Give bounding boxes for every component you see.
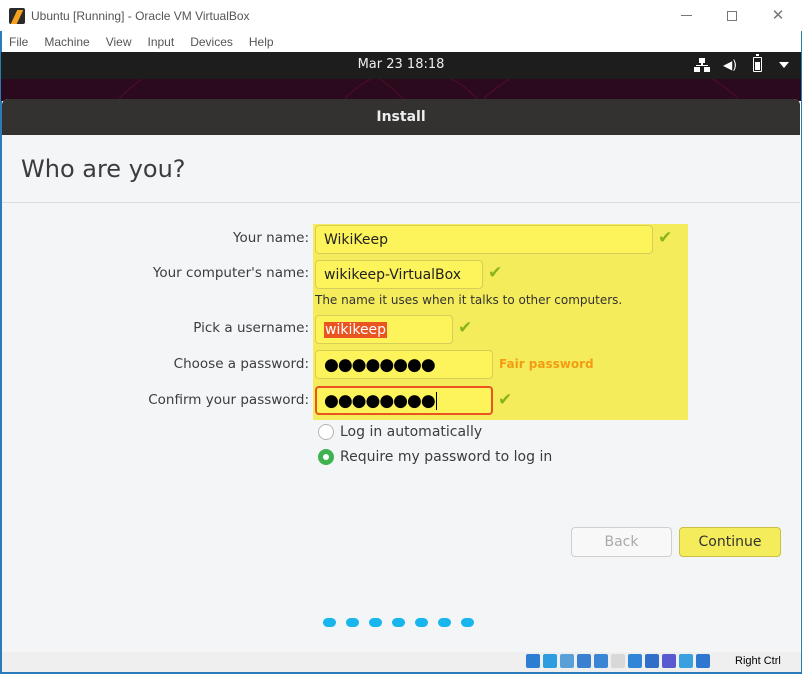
your-name-label: Your name: bbox=[233, 230, 309, 246]
menu-file[interactable]: File bbox=[9, 35, 28, 49]
menu-help[interactable]: Help bbox=[249, 35, 274, 49]
maximize-icon bbox=[727, 10, 737, 21]
computer-name-label: Your computer's name: bbox=[152, 265, 309, 281]
ubuntu-top-bar: Mar 23 18:18 ◀) bbox=[1, 52, 801, 79]
password-label: Choose a password: bbox=[173, 356, 309, 372]
installer-window: Install Who are you? Your name: WikiKeep… bbox=[2, 99, 800, 655]
audio-icon[interactable] bbox=[560, 654, 574, 668]
usb-icon[interactable] bbox=[594, 654, 608, 668]
minimize-icon bbox=[680, 15, 692, 16]
back-button[interactable]: Back bbox=[571, 527, 672, 557]
vm-status-bar: Right Ctrl bbox=[2, 652, 801, 672]
close-button[interactable]: ✕ bbox=[755, 0, 801, 31]
menu-view[interactable]: View bbox=[106, 35, 132, 49]
confirm-password-check-icon: ✔ bbox=[498, 390, 513, 410]
system-menu-icon[interactable] bbox=[779, 62, 789, 68]
progress-dot bbox=[461, 618, 474, 627]
menu-machine[interactable]: Machine bbox=[44, 35, 89, 49]
password-strength: Fair password bbox=[499, 357, 594, 371]
confirm-password-value: ●●●●●●●● bbox=[324, 390, 436, 411]
battery-icon[interactable] bbox=[753, 54, 762, 72]
your-name-value: WikiKeep bbox=[324, 231, 389, 248]
close-icon: ✕ bbox=[771, 6, 785, 24]
your-name-input[interactable]: WikiKeep bbox=[315, 225, 653, 254]
shared-folders-icon[interactable] bbox=[611, 654, 625, 668]
divider bbox=[2, 202, 800, 203]
progress-dot bbox=[392, 618, 405, 627]
title-bar: Ubuntu [Running] - Oracle VM VirtualBox … bbox=[0, 0, 802, 31]
username-value: wikikeep bbox=[324, 321, 388, 338]
computer-name-value: wikikeep-VirtualBox bbox=[324, 266, 462, 283]
progress-dot bbox=[346, 618, 359, 627]
text-caret bbox=[435, 391, 437, 410]
mouse-integration-icon[interactable] bbox=[679, 654, 693, 668]
page-title: Who are you? bbox=[21, 155, 186, 183]
confirm-password-label: Confirm your password: bbox=[148, 392, 309, 408]
menu-devices[interactable]: Devices bbox=[190, 35, 233, 49]
optical-drive-icon[interactable] bbox=[543, 654, 557, 668]
progress-dot bbox=[369, 618, 382, 627]
username-check-icon: ✔ bbox=[458, 318, 473, 338]
username-input[interactable]: wikikeep bbox=[315, 315, 453, 344]
network-icon[interactable] bbox=[694, 58, 710, 72]
password-input[interactable]: ●●●●●●●● bbox=[315, 350, 493, 379]
computer-name-input[interactable]: wikikeep-VirtualBox bbox=[315, 260, 483, 289]
progress-dot bbox=[438, 618, 451, 627]
continue-button[interactable]: Continue bbox=[679, 527, 781, 557]
maximize-button[interactable] bbox=[709, 0, 755, 31]
virtualbox-app-icon bbox=[9, 7, 25, 24]
installer-title: Install bbox=[376, 109, 426, 125]
confirm-password-input[interactable]: ●●●●●●●● bbox=[315, 386, 493, 415]
status-icons bbox=[526, 654, 710, 668]
computer-name-hint: The name it uses when it talks to other … bbox=[315, 293, 623, 307]
display-icon[interactable] bbox=[628, 654, 642, 668]
clock[interactable]: Mar 23 18:18 bbox=[1, 57, 801, 72]
window-title: Ubuntu [Running] - Oracle VM VirtualBox bbox=[31, 8, 250, 23]
login-auto-label: Log in automatically bbox=[340, 424, 483, 440]
your-name-check-icon: ✔ bbox=[658, 228, 673, 248]
username-label: Pick a username: bbox=[193, 320, 309, 336]
network-adapter-icon[interactable] bbox=[577, 654, 591, 668]
require-password-label: Require my password to log in bbox=[340, 449, 553, 465]
login-auto-option[interactable]: Log in automatically bbox=[318, 424, 482, 440]
desktop-background bbox=[1, 79, 801, 101]
minimize-button[interactable] bbox=[663, 0, 709, 31]
menu-bar: File Machine View Input Devices Help bbox=[0, 31, 802, 52]
require-password-option[interactable]: Require my password to log in bbox=[318, 449, 552, 465]
progress-dot bbox=[323, 618, 336, 627]
capture-icon[interactable] bbox=[645, 654, 659, 668]
installer-header: Install bbox=[2, 99, 800, 135]
menu-input[interactable]: Input bbox=[148, 35, 175, 49]
host-key-label: Right Ctrl bbox=[735, 655, 781, 667]
progress-dot bbox=[415, 618, 428, 627]
hard-disk-icon[interactable] bbox=[526, 654, 540, 668]
virtualization-icon[interactable] bbox=[662, 654, 676, 668]
password-value: ●●●●●●●● bbox=[324, 354, 436, 375]
login-auto-radio[interactable] bbox=[318, 424, 334, 440]
require-password-radio[interactable] bbox=[318, 449, 334, 465]
computer-name-check-icon: ✔ bbox=[488, 263, 503, 283]
step-progress bbox=[323, 618, 474, 627]
volume-icon[interactable]: ◀) bbox=[723, 58, 737, 72]
keyboard-icon[interactable] bbox=[696, 654, 710, 668]
